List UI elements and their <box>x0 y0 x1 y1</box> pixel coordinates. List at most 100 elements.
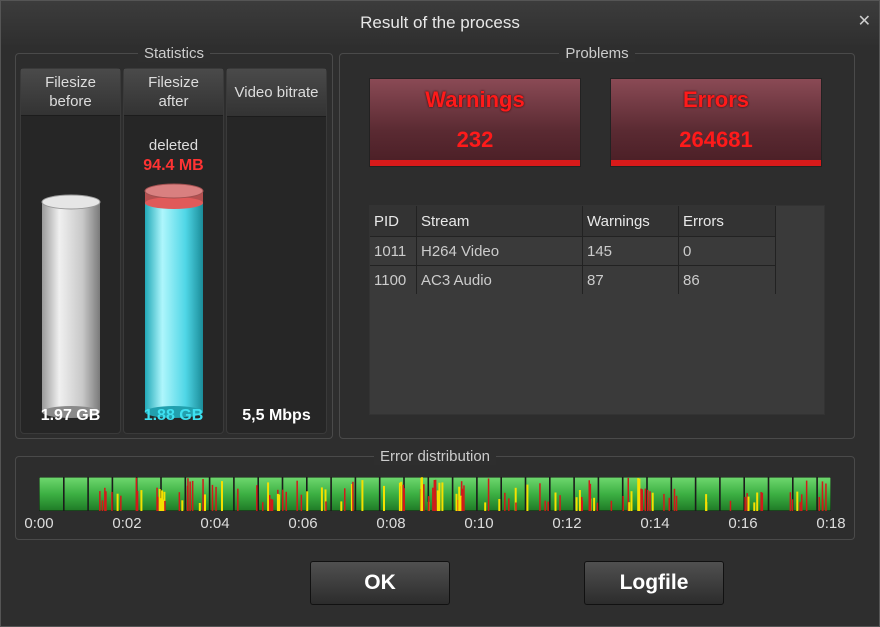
filesize-before-cylinder <box>41 194 101 418</box>
error-mark <box>403 488 405 511</box>
errors-label: Errors <box>682 87 750 112</box>
error-mark <box>822 499 824 511</box>
error-mark <box>111 491 113 511</box>
segment-divider <box>670 477 673 511</box>
error-mark <box>105 491 107 511</box>
error-distribution-title: Error distribution <box>373 448 497 465</box>
error-mark <box>423 484 425 511</box>
warning-mark <box>361 480 364 511</box>
filesize-before-header: Filesize before <box>21 69 120 116</box>
error-mark <box>581 500 583 511</box>
segment-divider <box>549 477 551 511</box>
warning-mark <box>438 482 441 511</box>
error-mark <box>610 500 613 511</box>
tick-label: 0:12 <box>552 515 582 532</box>
warning-mark <box>455 493 458 511</box>
error-mark <box>435 500 437 511</box>
filesize-before-column: Filesize before 1.97 GB <box>20 68 121 434</box>
segment-divider <box>816 477 818 511</box>
error-mark <box>508 498 510 511</box>
error-mark <box>352 481 354 511</box>
warning-mark <box>340 501 343 511</box>
segment-divider <box>208 477 211 511</box>
error-mark <box>300 494 303 511</box>
tick-label: 0:16 <box>728 515 758 532</box>
warning-mark <box>593 497 596 511</box>
statistics-title: Statistics <box>137 45 210 62</box>
error-mark <box>649 491 651 511</box>
problems-table-area: PID Stream Warnings Errors 1011 H264 Vid… <box>369 205 825 415</box>
error-mark <box>663 493 665 511</box>
ok-button[interactable]: OK <box>310 561 450 605</box>
segment-divider <box>719 477 721 511</box>
warning-mark <box>400 481 403 511</box>
error-mark <box>675 495 678 511</box>
table-row[interactable]: 1011 H264 Video 145 0 <box>370 236 776 266</box>
warning-mark <box>554 492 557 511</box>
table-row[interactable]: 1100 AC3 Audio 87 86 <box>370 265 776 294</box>
error-mark <box>157 496 159 511</box>
error-mark <box>801 494 803 511</box>
tick-label: 0:14 <box>640 515 670 532</box>
warning-mark <box>221 481 223 511</box>
error-mark <box>539 483 541 511</box>
warning-mark <box>526 484 529 511</box>
segment-divider <box>257 477 259 511</box>
error-mark <box>547 501 549 511</box>
error-mark <box>202 479 204 511</box>
warning-mark <box>140 490 143 511</box>
error-mark <box>269 495 271 511</box>
warnings-label: Warnings <box>425 87 525 112</box>
error-mark <box>596 502 599 511</box>
tick-label: 0:06 <box>288 515 318 532</box>
warning-mark <box>198 503 201 511</box>
tick-label: 0:04 <box>200 515 230 532</box>
error-mark <box>101 500 104 511</box>
error-mark <box>825 483 827 511</box>
col-errors[interactable]: Errors <box>678 206 776 237</box>
warning-mark <box>383 485 385 511</box>
warning-mark <box>628 502 631 511</box>
tick-label: 0:08 <box>376 515 406 532</box>
error-mark <box>805 480 808 511</box>
video-bitrate-value: 5,5 Mbps <box>242 407 311 424</box>
error-mark <box>487 478 490 511</box>
segment-divider <box>451 477 454 511</box>
deleted-value: 94.4 MB <box>143 157 204 174</box>
warning-mark <box>756 492 759 511</box>
errors-count: 264681 <box>679 127 753 152</box>
warning-mark <box>441 482 444 511</box>
col-pid[interactable]: PID <box>370 206 417 237</box>
filesize-after-cylinder <box>144 183 204 418</box>
warning-mark <box>320 487 323 511</box>
filesize-after-value: 1.88 GB <box>143 407 204 424</box>
error-mark <box>285 491 287 511</box>
statistics-group: Statistics Filesize before 1.97 GB Files… <box>15 45 333 439</box>
result-dialog: Result of the process ✕ Statistics Files… <box>0 0 880 627</box>
warnings-count: 232 <box>456 127 494 152</box>
segment-divider <box>694 477 697 511</box>
errors-badge: Errors 264681 <box>610 78 822 167</box>
segment-divider <box>573 477 575 511</box>
warning-mark <box>753 502 756 511</box>
error-mark <box>186 485 189 511</box>
error-mark <box>729 500 732 511</box>
segment-divider <box>767 477 770 511</box>
error-mark <box>544 500 546 511</box>
col-stream[interactable]: Stream <box>416 206 583 237</box>
error-mark <box>99 491 101 511</box>
warning-mark <box>578 490 581 511</box>
error-mark <box>271 499 274 511</box>
logfile-button[interactable]: Logfile <box>584 561 724 605</box>
warning-mark <box>638 478 641 511</box>
video-bitrate-header: Video bitrate <box>227 69 326 117</box>
col-warnings[interactable]: Warnings <box>582 206 679 237</box>
warning-mark <box>116 493 119 511</box>
error-mark <box>256 485 258 511</box>
error-mark <box>325 501 327 511</box>
error-mark <box>282 489 284 511</box>
close-icon[interactable]: ✕ <box>858 11 871 31</box>
error-mark <box>641 489 643 511</box>
problems-table: PID Stream Warnings Errors 1011 H264 Vid… <box>370 206 776 294</box>
segment-divider <box>330 477 332 511</box>
